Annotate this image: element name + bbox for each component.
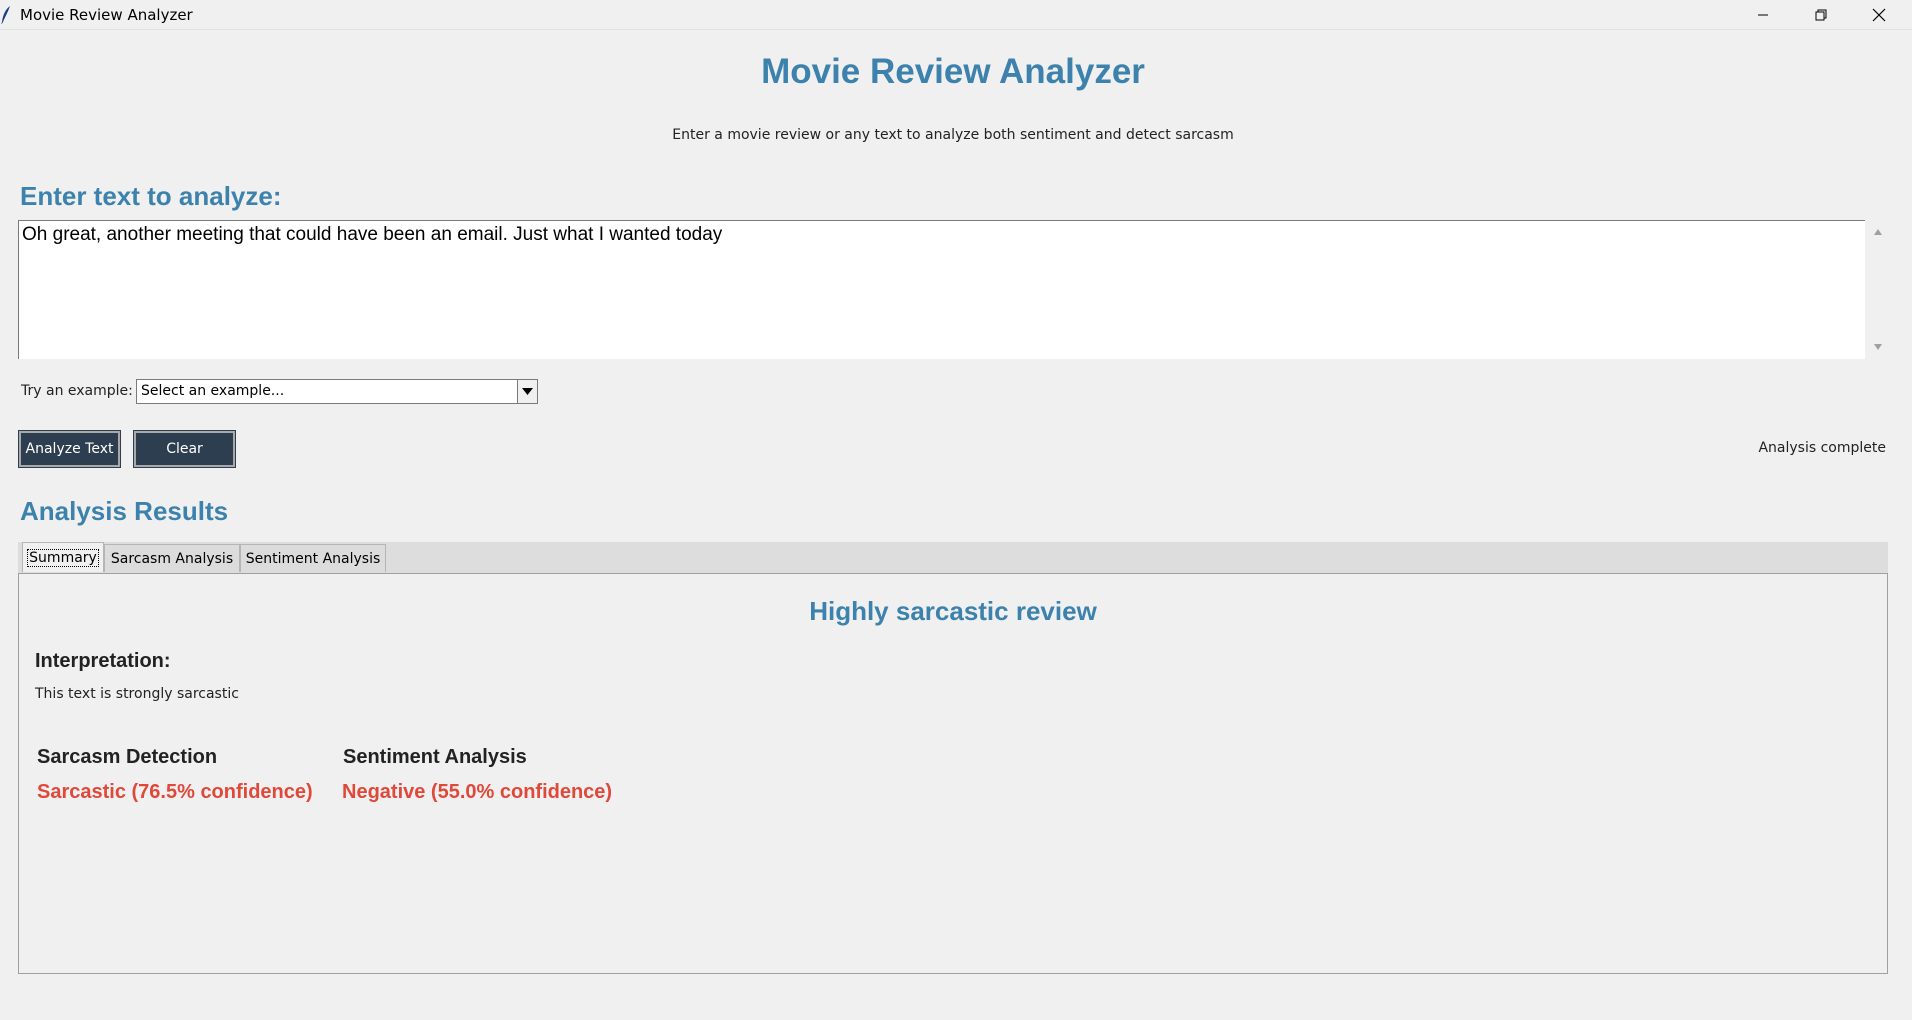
results-label: Analysis Results bbox=[20, 496, 229, 526]
example-select[interactable]: Select an example... bbox=[136, 379, 538, 404]
scroll-down-button[interactable] bbox=[1866, 337, 1890, 357]
sentiment-heading: Sentiment Analysis bbox=[343, 746, 527, 768]
review-text-input[interactable]: Oh great, another meeting that could hav… bbox=[18, 220, 1865, 359]
close-icon bbox=[1872, 8, 1886, 21]
tab-summary[interactable]: Summary bbox=[22, 542, 104, 572]
sarcasm-result: Sarcastic (76.5% confidence) bbox=[37, 781, 313, 803]
close-button[interactable] bbox=[1850, 0, 1908, 29]
tab-sarcasm-analysis[interactable]: Sarcasm Analysis bbox=[104, 544, 240, 572]
status-text: Analysis complete bbox=[1758, 440, 1886, 456]
scroll-up-button[interactable] bbox=[1866, 222, 1890, 242]
triangle-up-icon bbox=[1874, 229, 1882, 235]
example-label: Try an example: bbox=[21, 383, 133, 399]
analyze-button[interactable]: Analyze Text bbox=[18, 430, 121, 468]
restore-icon bbox=[1815, 9, 1827, 20]
window-title: Movie Review Analyzer bbox=[20, 6, 193, 24]
minimize-icon bbox=[1758, 14, 1768, 15]
example-select-value: Select an example... bbox=[141, 383, 285, 399]
sentiment-result: Negative (55.0% confidence) bbox=[342, 781, 613, 803]
restore-button[interactable] bbox=[1792, 0, 1850, 29]
feather-icon bbox=[1, 6, 10, 24]
minimize-button[interactable] bbox=[1734, 0, 1792, 29]
window-titlebar: Movie Review Analyzer bbox=[0, 0, 1912, 30]
summary-title: Highly sarcastic review bbox=[809, 596, 1097, 626]
triangle-down-icon bbox=[1874, 344, 1882, 350]
chevron-down-icon bbox=[522, 388, 533, 395]
page-title: Movie Review Analyzer bbox=[761, 52, 1145, 91]
input-label: Enter text to analyze: bbox=[20, 181, 282, 211]
tab-sentiment-analysis[interactable]: Sentiment Analysis bbox=[240, 544, 386, 572]
page-subtitle: Enter a movie review or any text to anal… bbox=[672, 127, 1234, 143]
sarcasm-heading: Sarcasm Detection bbox=[37, 746, 218, 768]
input-scrollbar[interactable] bbox=[1866, 220, 1890, 359]
summary-panel: Highly sarcastic review Interpretation: … bbox=[18, 573, 1888, 974]
interpretation-text: This text is strongly sarcastic bbox=[35, 686, 239, 702]
clear-button[interactable]: Clear bbox=[133, 430, 236, 468]
results-tabs: Summary Sarcasm Analysis Sentiment Analy… bbox=[18, 542, 1888, 573]
interpretation-label: Interpretation: bbox=[35, 650, 171, 672]
example-dropdown-button[interactable] bbox=[517, 380, 537, 403]
